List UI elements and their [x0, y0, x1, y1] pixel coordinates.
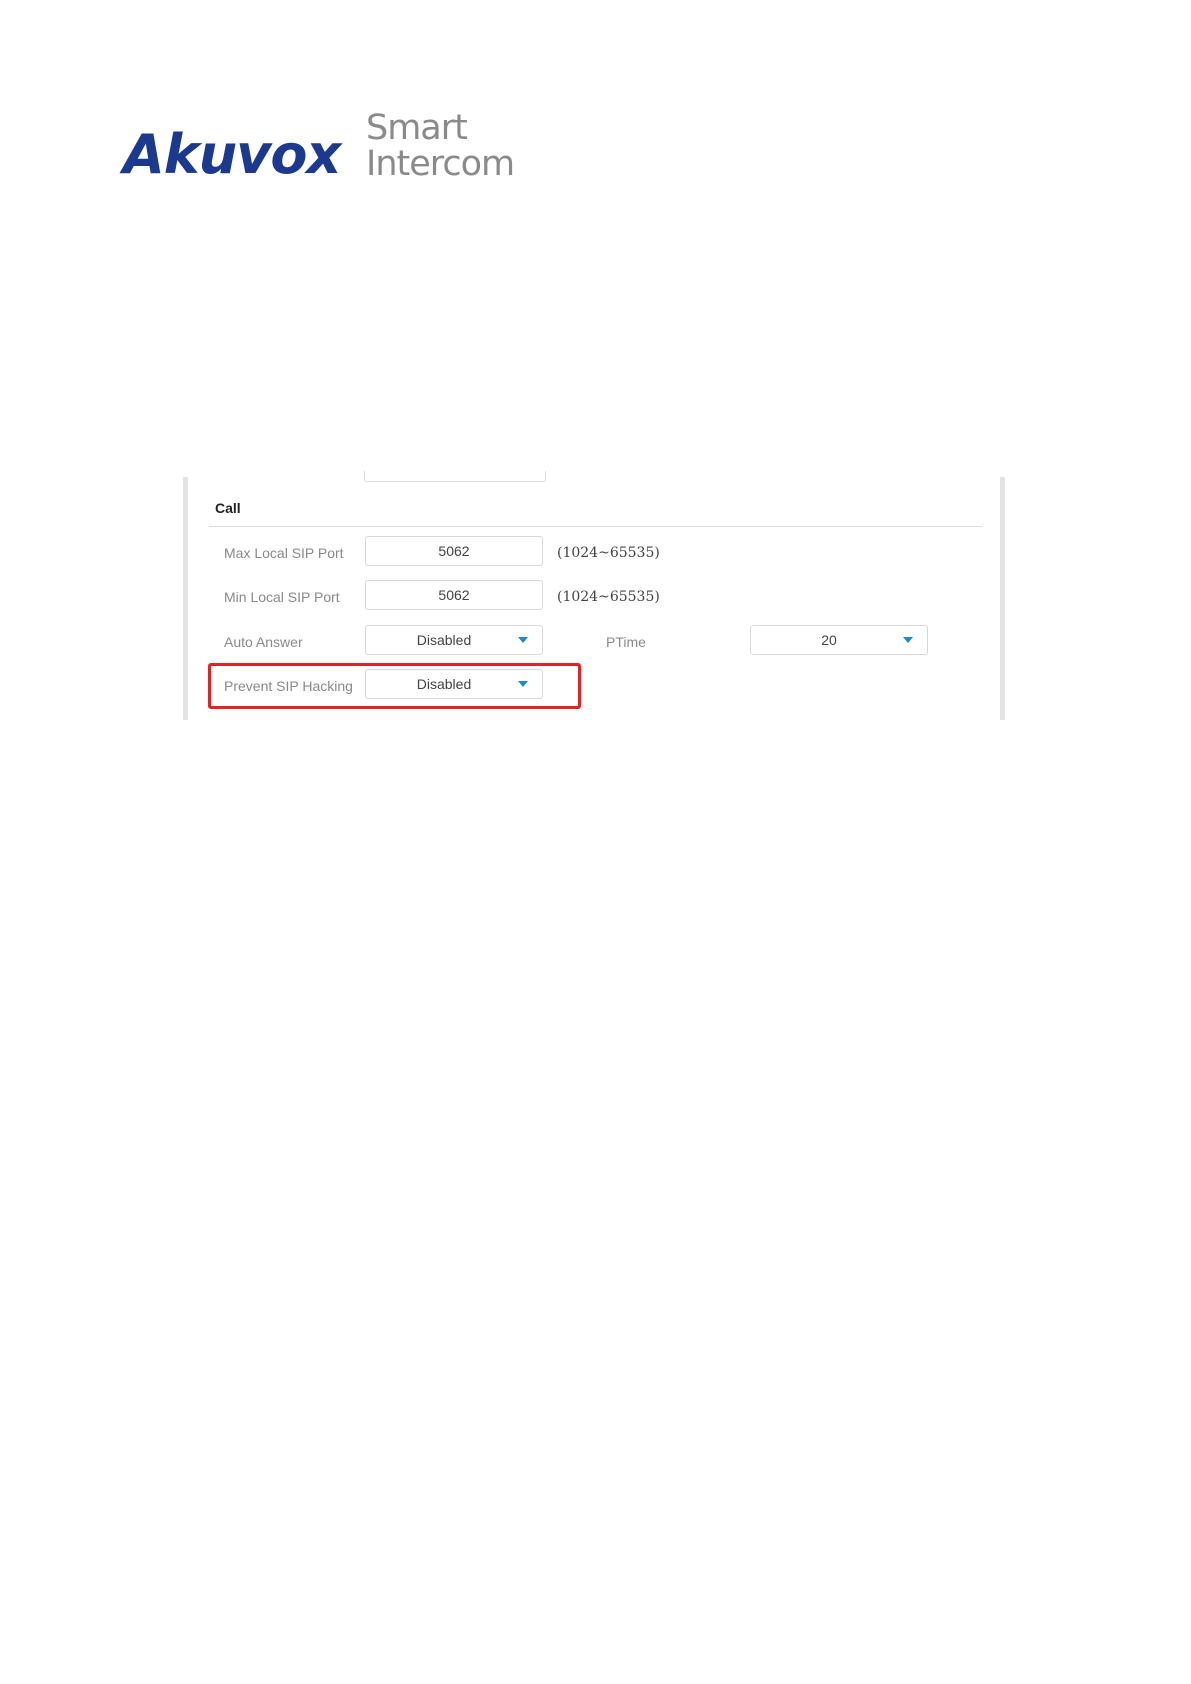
logo-tagline-line1: Smart [366, 108, 468, 148]
auto-answer-row: Auto Answer Disabled PTime 20 [188, 625, 1000, 659]
chevron-down-icon [903, 637, 913, 643]
auto-answer-select[interactable]: Disabled [365, 625, 543, 655]
auto-answer-label: Auto Answer [224, 634, 303, 650]
logo-tagline: Smart Intercom [366, 108, 515, 184]
max-local-sip-port-row: Max Local SIP Port 5062 (1024~65535) [188, 536, 1000, 570]
highlight-box [208, 663, 581, 709]
min-local-sip-port-range: (1024~65535) [557, 589, 660, 605]
min-local-sip-port-row: Min Local SIP Port 5062 (1024~65535) [188, 580, 1000, 614]
ptime-value: 20 [821, 632, 837, 648]
call-settings-panel: Call Max Local SIP Port 5062 (1024~65535… [183, 471, 1005, 720]
min-local-sip-port-input[interactable]: 5062 [365, 580, 543, 610]
min-local-sip-port-label: Min Local SIP Port [224, 589, 340, 605]
max-local-sip-port-range: (1024~65535) [557, 545, 660, 561]
max-local-sip-port-input[interactable]: 5062 [365, 536, 543, 566]
logo-tagline-line2: Intercom [366, 144, 515, 184]
chevron-down-icon [518, 637, 528, 643]
logo-brand: Akuvox [123, 123, 341, 186]
auto-answer-value: Disabled [416, 632, 472, 648]
ptime-label: PTime [606, 634, 646, 650]
max-local-sip-port-label: Max Local SIP Port [224, 545, 344, 561]
previous-field-remnant [364, 471, 546, 482]
section-divider [209, 526, 982, 527]
akuvox-logo: Akuvox Smart Intercom [123, 108, 523, 188]
ptime-select[interactable]: 20 [750, 625, 928, 655]
section-title: Call [215, 500, 241, 516]
